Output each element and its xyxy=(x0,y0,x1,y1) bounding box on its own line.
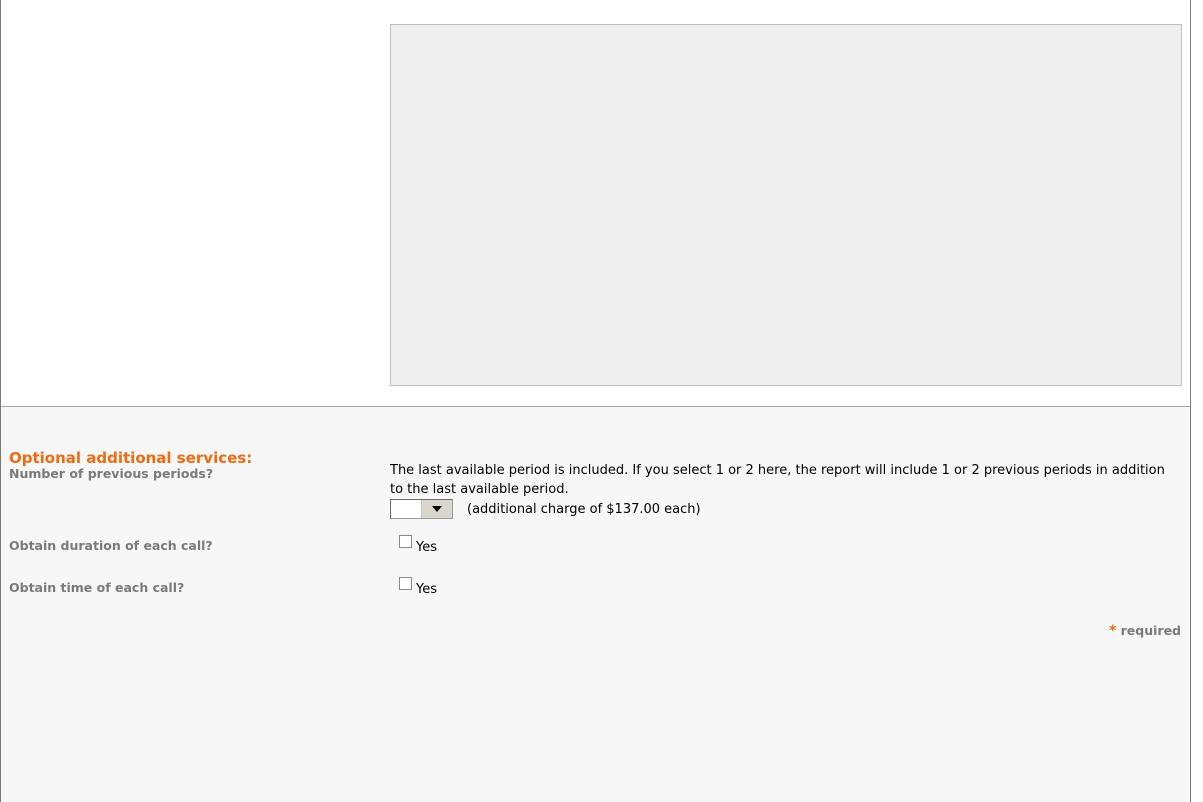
comments-section xyxy=(1,0,1190,407)
previous-periods-description: The last available period is included. I… xyxy=(390,463,1165,497)
duration-label: Obtain duration of each call? xyxy=(9,538,213,553)
time-yes-label: Yes xyxy=(416,582,437,597)
time-label: Obtain time of each call? xyxy=(9,580,185,595)
previous-periods-select-value xyxy=(391,500,421,518)
chevron-down-icon xyxy=(432,506,442,512)
required-star: * xyxy=(1108,623,1117,639)
duration-checkbox[interactable] xyxy=(399,535,412,548)
previous-periods-label: Number of previous periods? xyxy=(9,466,214,481)
previous-periods-select[interactable] xyxy=(390,499,453,519)
charge-note: (additional charge of $137.00 each) xyxy=(467,502,701,517)
comments-textarea[interactable] xyxy=(390,24,1182,386)
duration-yes-label: Yes xyxy=(416,540,437,555)
time-checkbox[interactable] xyxy=(399,577,412,590)
required-note: * required xyxy=(1109,623,1181,639)
dropdown-arrow-button[interactable] xyxy=(421,500,452,518)
optional-services-section: Optional additional services: Number of … xyxy=(1,407,1190,802)
section-heading: Optional additional services: xyxy=(9,449,253,467)
required-text: required xyxy=(1120,623,1181,638)
